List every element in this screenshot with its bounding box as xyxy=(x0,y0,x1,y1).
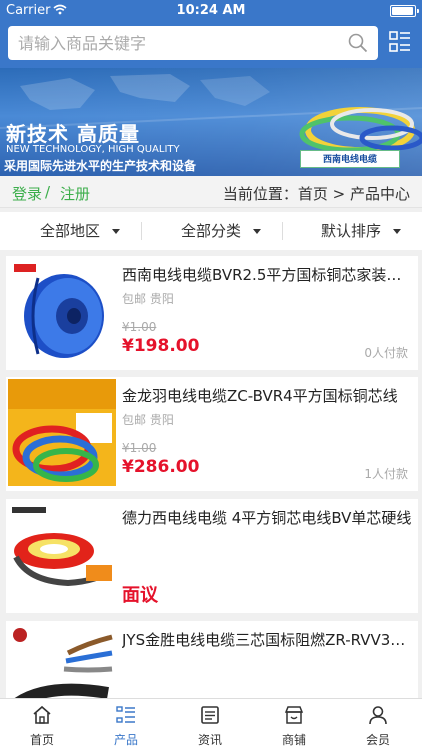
product-image-coiled-wires xyxy=(8,379,116,486)
product-name[interactable]: 西南电线电缆BVR2.5平方国标铜芯家装电线 xyxy=(122,264,412,285)
tab-products[interactable]: 产品 xyxy=(84,699,168,750)
product-shipping-location: 包邮 贵阳 xyxy=(122,292,174,306)
product-negotiable-price: 面议 xyxy=(122,585,158,606)
product-name[interactable]: JYS金胜电线电缆三芯国标阻燃ZR-RVV3芯护套线 xyxy=(122,629,412,650)
banner-brand-sign: 西南电线电缆 xyxy=(300,150,400,168)
tab-stores[interactable]: 商铺 xyxy=(252,699,336,750)
search-input[interactable] xyxy=(18,26,338,60)
filter-region[interactable]: 全部地区 xyxy=(40,212,121,250)
filter-sort[interactable]: 默认排序 xyxy=(321,212,402,250)
filter-category[interactable]: 全部分类 xyxy=(181,212,262,250)
store-icon xyxy=(284,706,304,724)
product-card[interactable]: JYS金胜电线电缆三芯国标阻燃ZR-RVV3芯护套线 xyxy=(6,621,418,698)
product-image-wire-coil xyxy=(8,501,116,608)
search-box[interactable] xyxy=(8,26,378,60)
tab-home[interactable]: 首页 xyxy=(0,699,84,750)
category-menu-icon[interactable] xyxy=(389,31,411,53)
banner-title: 新技术 高质量 xyxy=(6,122,140,146)
product-card[interactable]: 西南电线电缆BVR2.5平方国标铜芯家装电线 包邮 贵阳 ¥1.00 ¥198.… xyxy=(6,256,418,370)
top-bar: Carrier 10:24 AM xyxy=(0,0,422,68)
location-bar: 登录 / 注册 当前位置：首页 > 产品中心 xyxy=(0,176,422,208)
product-image-blue-wire-spool xyxy=(8,258,116,365)
tab-home-label: 首页 xyxy=(29,733,54,747)
login-link[interactable]: 登录 xyxy=(12,183,42,204)
register-link[interactable]: 注册 xyxy=(60,183,90,204)
product-price: ¥286.00 xyxy=(122,457,200,477)
banner-subtitle-cn: 采用国际先进水平的生产技术和设备 xyxy=(4,159,197,173)
status-bar: Carrier 10:24 AM xyxy=(0,0,422,22)
product-shipping-location: 包邮 贵阳 xyxy=(122,413,174,427)
filter-divider xyxy=(141,222,142,240)
bottom-tab-bar: 首页 产品 资讯 商铺 会员 xyxy=(0,698,422,750)
product-image-sheathed-cable xyxy=(8,623,116,698)
breadcrumb: 当前位置：首页 > 产品中心 xyxy=(222,185,410,203)
user-icon xyxy=(369,706,387,725)
product-name[interactable]: 德力西电线电缆 4平方铜芯电线BV单芯硬线 xyxy=(122,507,412,528)
product-original-price: ¥1.00 xyxy=(122,441,157,455)
banner-subtitle-en: NEW TECHNOLOGY, HIGH QUALITY xyxy=(6,144,180,155)
product-sales-count: 1人付款 xyxy=(364,467,408,481)
login-register-separator: / xyxy=(45,183,51,201)
product-price: ¥198.00 xyxy=(122,336,200,356)
status-time: 10:24 AM xyxy=(176,3,246,18)
product-sales-count: 0人付款 xyxy=(364,346,408,360)
tab-products-label: 产品 xyxy=(113,733,138,747)
product-original-price: ¥1.00 xyxy=(122,320,157,334)
product-list-icon xyxy=(116,706,135,723)
tab-member-label: 会员 xyxy=(365,733,390,747)
caret-down-icon xyxy=(112,229,121,234)
banner-sign-text: 西南电线电缆 xyxy=(322,155,377,165)
tab-member[interactable]: 会员 xyxy=(336,699,420,750)
caret-down-icon xyxy=(393,229,402,234)
filter-divider xyxy=(282,222,283,240)
search-icon[interactable] xyxy=(348,33,368,53)
filter-category-label: 全部分类 xyxy=(181,222,242,240)
tab-news-label: 资讯 xyxy=(197,733,222,747)
promo-banner[interactable]: 新技术 高质量 NEW TECHNOLOGY, HIGH QUALITY 采用国… xyxy=(0,68,422,176)
product-card[interactable]: 金龙羽电线电缆ZC-BVR4平方国标铜芯线 包邮 贵阳 ¥1.00 ¥286.0… xyxy=(6,377,418,491)
caret-down-icon xyxy=(253,229,262,234)
product-name[interactable]: 金龙羽电线电缆ZC-BVR4平方国标铜芯线 xyxy=(122,385,412,406)
filter-region-label: 全部地区 xyxy=(40,222,101,240)
filter-sort-label: 默认排序 xyxy=(321,222,382,240)
home-icon xyxy=(33,705,51,724)
filter-bar: 全部地区 全部分类 默认排序 xyxy=(0,212,422,250)
tab-stores-label: 商铺 xyxy=(281,733,306,747)
news-icon xyxy=(201,706,219,724)
battery-icon xyxy=(390,5,419,17)
product-card[interactable]: 德力西电线电缆 4平方铜芯电线BV单芯硬线 面议 xyxy=(6,499,418,613)
tab-news[interactable]: 资讯 xyxy=(168,699,252,750)
